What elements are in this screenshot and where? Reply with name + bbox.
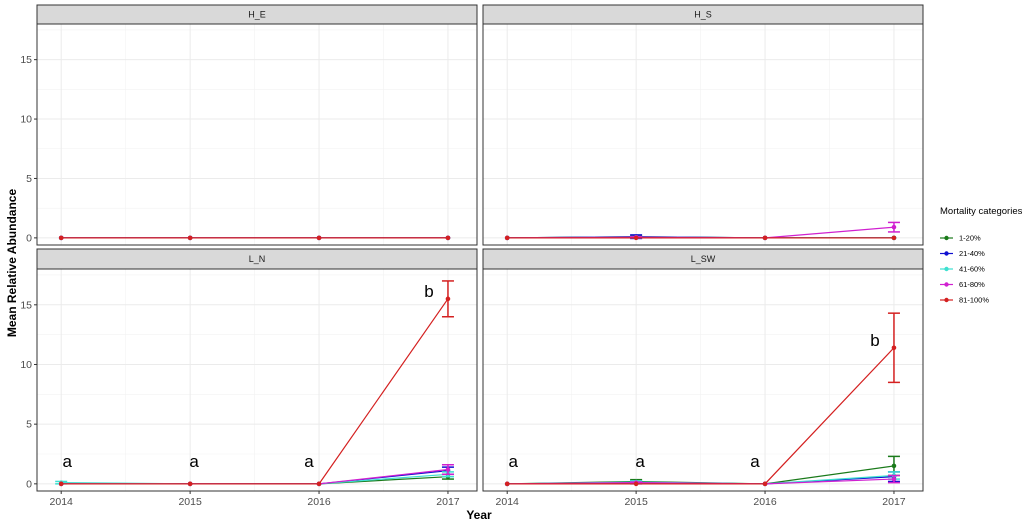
legend-item: 1-20%: [940, 234, 981, 243]
y-axis-title: Mean Relative Abundance: [5, 189, 19, 338]
legend-key-point: [944, 282, 949, 287]
data-point: [58, 481, 64, 487]
data-point: [891, 224, 897, 230]
data-point: [891, 235, 897, 241]
data-point: [504, 235, 510, 241]
data-point: [445, 467, 451, 472]
x-tick-label: 2015: [178, 496, 202, 508]
data-point: [445, 296, 451, 302]
legend-label: 81-100%: [959, 296, 989, 305]
facet-strip-label: L_N: [249, 254, 266, 264]
x-tick-label: 2016: [307, 496, 331, 508]
legend-key-point: [944, 235, 949, 241]
panel-background: [37, 24, 477, 245]
significance-letter: a: [189, 452, 199, 471]
facet-panel-h-s: H_S: [482, 4, 924, 246]
facet-strip-label: H_S: [694, 10, 712, 20]
data-point: [316, 481, 322, 487]
significance-letter: b: [870, 331, 879, 350]
data-point: [762, 235, 768, 241]
data-point: [504, 481, 510, 487]
x-tick-label: 2015: [624, 496, 648, 508]
x-tick-label: 2017: [436, 496, 460, 508]
y-tick-label: 5: [26, 173, 32, 185]
x-tick-label: 2017: [882, 496, 906, 508]
significance-letter: a: [508, 452, 518, 471]
data-point: [633, 235, 639, 241]
y-tick-label: 0: [26, 232, 32, 244]
data-point: [891, 476, 897, 482]
data-point: [633, 481, 639, 487]
y-tick-label: 0: [26, 478, 32, 490]
legend-key-point: [944, 251, 949, 256]
data-point: [316, 235, 322, 241]
significance-letter: a: [635, 452, 645, 471]
legend-label: 1-20%: [959, 234, 981, 243]
facet-panel-h-e: H_E 0 5 10 15: [20, 4, 478, 246]
y-tick-label: 15: [20, 54, 32, 66]
y-tick-label: 15: [20, 299, 32, 311]
legend-item: 81-100%: [940, 296, 989, 305]
data-point: [187, 235, 193, 241]
facet-panel-l-sw: L_SWa a a b 2014 2015 2016 2017: [482, 248, 924, 508]
y-tick-label: 10: [20, 359, 32, 371]
facet-strip-label: L_SW: [691, 254, 716, 264]
legend-key-point: [944, 297, 949, 303]
legend-label: 61-80%: [959, 280, 985, 289]
data-point: [187, 481, 193, 487]
data-point: [445, 235, 451, 241]
facet-strip-label: H_E: [248, 10, 266, 20]
significance-letter: a: [62, 452, 72, 471]
significance-letter: a: [750, 452, 760, 471]
legend-title: Mortality categories: [940, 206, 1023, 217]
x-tick-label: 2014: [496, 496, 520, 508]
legend: Mortality categories 1-20% 21-40% 41-60% 61-…: [940, 206, 1023, 305]
facet-panel-l-n: L_Na a a b 0 5 10 15 2014 2015 2016 2017: [20, 248, 478, 508]
legend-item: 61-80%: [940, 280, 985, 289]
x-tick-label: 2014: [50, 496, 74, 508]
significance-letter: a: [304, 452, 314, 471]
significance-letter: b: [424, 282, 433, 301]
data-point: [891, 463, 897, 469]
data-point: [58, 235, 64, 241]
y-tick-label: 5: [26, 419, 32, 431]
panel-background: [37, 269, 477, 491]
data-point: [891, 345, 897, 351]
legend-key-point: [944, 266, 949, 272]
x-tick-label: 2016: [753, 496, 777, 508]
faceted-line-chart: H_E 0 5 10 15 H_S L_Na a a b 0 5 10 15 2014 2015 2016 201…: [5, 4, 1023, 522]
x-axis-title: Year: [466, 508, 492, 522]
panel-background: [483, 24, 923, 245]
legend-item: 21-40%: [940, 249, 985, 258]
y-tick-label: 10: [20, 114, 32, 126]
legend-label: 21-40%: [959, 249, 985, 258]
legend-item: 41-60%: [940, 265, 985, 274]
panel-background: [483, 269, 923, 491]
data-point: [762, 481, 768, 487]
legend-label: 41-60%: [959, 265, 985, 274]
